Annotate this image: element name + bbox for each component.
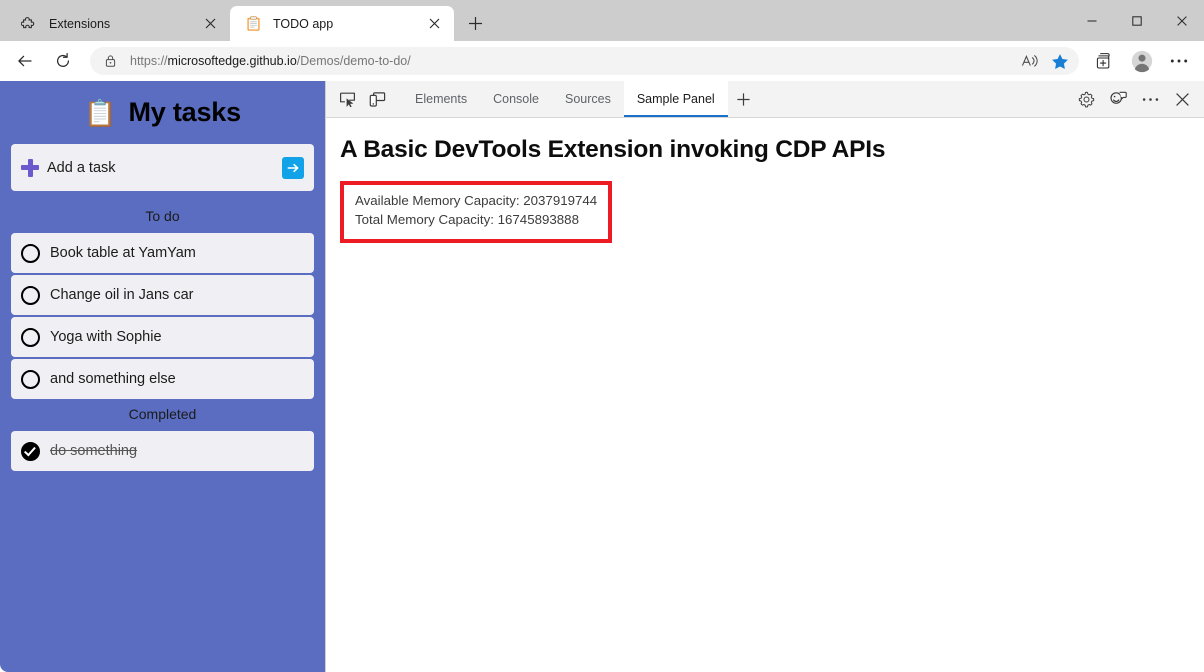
reload-icon[interactable] <box>46 46 80 76</box>
tab-title: TODO app <box>273 17 422 31</box>
task-row[interactable]: do something <box>11 431 314 471</box>
browser-tab-todo-app[interactable]: TODO app <box>230 6 454 41</box>
memory-info-highlight-box: Available Memory Capacity: 2037919744 To… <box>340 181 612 243</box>
task-row[interactable]: Yoga with Sophie <box>11 317 314 357</box>
task-checkbox[interactable] <box>21 244 40 263</box>
total-memory-line: Total Memory Capacity: 16745893888 <box>355 211 597 230</box>
address-bar-actions <box>1015 49 1075 73</box>
url-scheme: https:// <box>130 54 168 68</box>
task-row[interactable]: Book table at YamYam <box>11 233 314 273</box>
add-panel-button[interactable] <box>728 81 760 117</box>
panel-heading: A Basic DevTools Extension invoking CDP … <box>340 136 1204 164</box>
tab-title: Extensions <box>49 17 198 31</box>
task-checkbox[interactable] <box>21 328 40 347</box>
browser-window: Extensions <box>0 0 1204 672</box>
lock-icon <box>96 49 124 73</box>
url-domain: microsoftedge.github.io <box>168 54 297 68</box>
maximize-button[interactable] <box>1114 0 1159 41</box>
puzzle-piece-icon <box>20 15 38 33</box>
devtools-tab-sources[interactable]: Sources <box>552 81 624 117</box>
address-bar[interactable]: https://microsoftedge.github.io/Demos/de… <box>90 47 1079 75</box>
task-checkbox[interactable] <box>21 442 40 461</box>
new-tab-button[interactable] <box>459 7 491 39</box>
devtools-toolbar-actions <box>1070 81 1204 117</box>
tab-label: Sample Panel <box>637 92 715 106</box>
settings-gear-icon[interactable] <box>1070 81 1102 117</box>
devtools-panel: Elements Console Sources Sample Panel <box>325 81 1204 672</box>
address-bar-url: https://microsoftedge.github.io/Demos/de… <box>124 54 1015 68</box>
tab-label: Elements <box>415 92 467 106</box>
collections-icon[interactable] <box>1088 46 1122 76</box>
task-label: Yoga with Sophie <box>50 329 162 345</box>
page-title: My tasks <box>128 97 240 128</box>
browser-tab-extensions[interactable]: Extensions <box>6 6 230 41</box>
close-devtools-icon[interactable] <box>1166 81 1198 117</box>
tab-label: Sources <box>565 92 611 106</box>
browser-content: 📋 My tasks To do Book table at YamYam <box>0 81 1204 672</box>
task-label: do something <box>50 443 137 459</box>
window-controls <box>1069 0 1204 41</box>
clipboard-icon <box>244 15 262 33</box>
available-memory-line: Available Memory Capacity: 2037919744 <box>355 192 597 211</box>
minimize-button[interactable] <box>1069 0 1114 41</box>
task-label: Change oil in Jans car <box>50 287 193 303</box>
toolbar-divider <box>392 81 402 117</box>
read-aloud-icon[interactable] <box>1015 49 1045 73</box>
close-icon[interactable] <box>198 12 222 36</box>
section-label-todo: To do <box>11 208 314 224</box>
devtools-tab-bar: Elements Console Sources Sample Panel <box>326 81 1204 118</box>
devtools-tab-sample-panel[interactable]: Sample Panel <box>624 81 728 117</box>
sample-panel-content: A Basic DevTools Extension invoking CDP … <box>326 118 1204 672</box>
devtools-tab-elements[interactable]: Elements <box>402 81 480 117</box>
add-task-submit-button[interactable] <box>282 157 304 179</box>
tab-strip: Extensions <box>0 0 1204 41</box>
task-label: and something else <box>50 371 176 387</box>
close-window-button[interactable] <box>1159 0 1204 41</box>
section-label-completed: Completed <box>11 406 314 422</box>
navigation-toolbar: https://microsoftedge.github.io/Demos/de… <box>0 41 1204 81</box>
clipboard-icon: 📋 <box>84 100 116 126</box>
task-label: Book table at YamYam <box>50 245 196 261</box>
devtools-more-ellipsis-icon[interactable] <box>1134 81 1166 117</box>
profile-avatar-icon[interactable] <box>1125 46 1159 76</box>
task-row[interactable]: Change oil in Jans car <box>11 275 314 315</box>
add-task-input[interactable] <box>47 160 282 176</box>
devtools-tab-console[interactable]: Console <box>480 81 552 117</box>
star-filled-icon[interactable] <box>1045 49 1075 73</box>
url-path: /Demos/demo-to-do/ <box>297 54 411 68</box>
todo-app-header: 📋 My tasks <box>11 97 314 128</box>
add-task-row[interactable] <box>11 144 314 191</box>
tab-label: Console <box>493 92 539 106</box>
feedback-icon[interactable] <box>1102 81 1134 117</box>
task-row[interactable]: and something else <box>11 359 314 399</box>
inspect-element-icon[interactable] <box>332 81 362 117</box>
browser-settings-more-icon[interactable] <box>1162 46 1196 76</box>
plus-icon <box>21 159 39 177</box>
task-checkbox[interactable] <box>21 370 40 389</box>
back-arrow-icon[interactable] <box>8 46 42 76</box>
device-emulation-icon[interactable] <box>362 81 392 117</box>
close-icon[interactable] <box>422 12 446 36</box>
task-checkbox[interactable] <box>21 286 40 305</box>
todo-app-page: 📋 My tasks To do Book table at YamYam <box>0 81 325 672</box>
